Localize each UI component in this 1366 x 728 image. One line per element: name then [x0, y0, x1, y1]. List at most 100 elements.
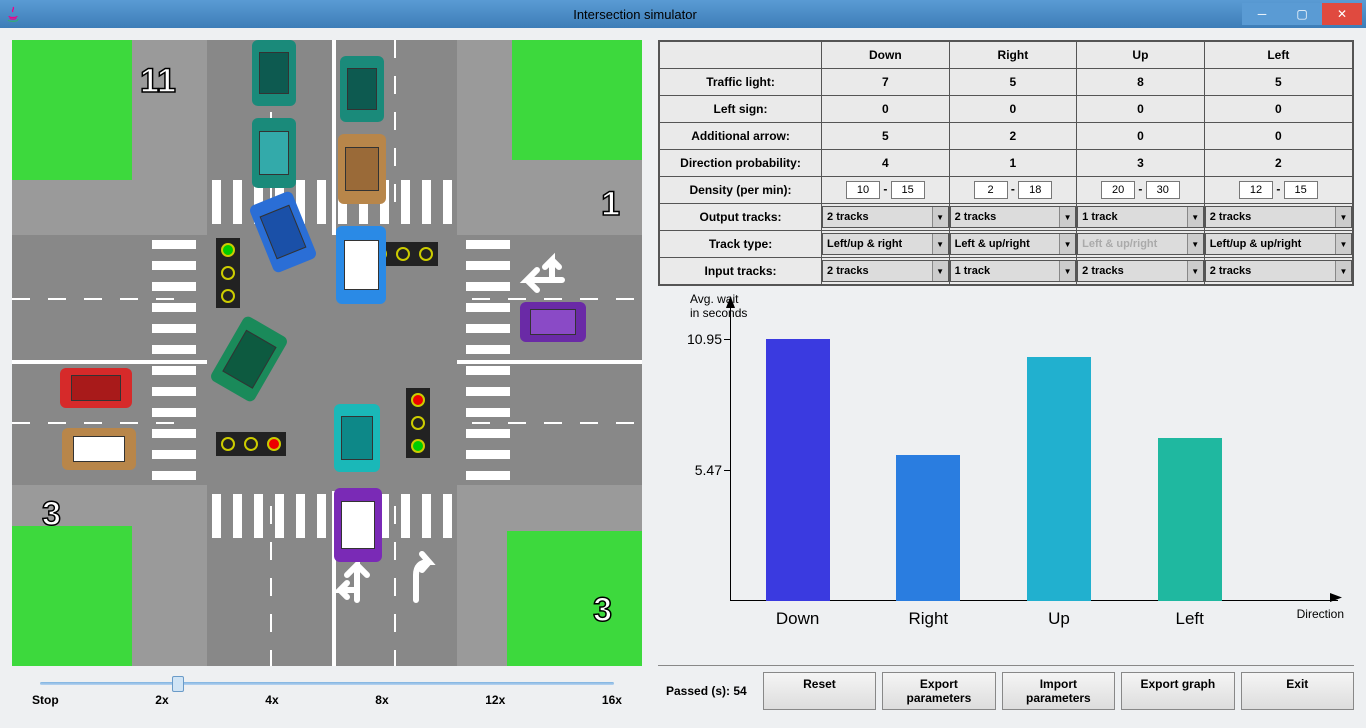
traffic-light: [216, 432, 286, 456]
traffic-light: [406, 388, 430, 458]
param-value: 0: [1204, 96, 1353, 123]
traffic-light: [216, 238, 240, 308]
parameter-table: DownRightUpLeft Traffic light:7585Left s…: [658, 40, 1354, 286]
combo-box[interactable]: Left/up & up/right▼: [1205, 233, 1352, 255]
bar-label: Up: [1027, 609, 1091, 629]
car: [520, 302, 586, 342]
chevron-down-icon: ▼: [1187, 207, 1203, 227]
combo-box[interactable]: 1 track▼: [1077, 206, 1204, 228]
density-min-input[interactable]: [974, 181, 1008, 199]
row-label: Traffic light:: [659, 69, 822, 96]
car: [334, 404, 380, 472]
column-header: Up: [1077, 41, 1205, 69]
slider-tick-label: 8x: [375, 693, 388, 707]
maximize-button[interactable]: ▢: [1282, 3, 1322, 25]
density-min-input[interactable]: [1101, 181, 1135, 199]
chevron-down-icon: ▼: [1335, 261, 1351, 281]
chevron-down-icon: ▼: [932, 234, 948, 254]
param-value: 0: [1077, 123, 1205, 150]
param-value: 7: [822, 69, 950, 96]
chevron-down-icon: ▼: [1187, 261, 1203, 281]
export-graph-button[interactable]: Export graph: [1121, 672, 1234, 710]
param-value: 4: [822, 150, 950, 177]
density-max-input[interactable]: [891, 181, 925, 199]
chevron-down-icon: ▼: [1059, 207, 1075, 227]
titlebar: Intersection simulator ─ ▢ ✕: [0, 0, 1366, 28]
app-window: Intersection simulator ─ ▢ ✕ 11 1 3 3: [0, 0, 1366, 728]
combo-box[interactable]: 2 tracks▼: [1077, 260, 1204, 282]
simulation-canvas: 11 1 3 3: [12, 40, 642, 666]
car: [338, 134, 386, 204]
chart-bar: Right: [896, 455, 960, 601]
lane-arrow-icon: [404, 550, 444, 613]
chevron-down-icon: ▼: [1187, 234, 1203, 254]
param-value: 8: [1077, 69, 1205, 96]
y-tick-label: 5.47: [695, 462, 730, 478]
combo-box[interactable]: 2 tracks▼: [1205, 260, 1352, 282]
car: [340, 56, 384, 122]
bar-label: Right: [896, 609, 960, 629]
car: [252, 40, 296, 106]
param-value: 5: [822, 123, 950, 150]
param-value: 2: [949, 123, 1077, 150]
slider-thumb[interactable]: [172, 676, 184, 692]
exit-button[interactable]: Exit: [1241, 672, 1354, 710]
combo-box[interactable]: Left/up & right▼: [822, 233, 949, 255]
combo-box[interactable]: 2 tracks▼: [822, 260, 949, 282]
combo-box[interactable]: 2 tracks▼: [1205, 206, 1352, 228]
car: [336, 226, 386, 304]
column-header: Left: [1204, 41, 1353, 69]
density-min-input[interactable]: [1239, 181, 1273, 199]
slider-tick-label: 12x: [485, 693, 505, 707]
y-tick-label: 10.95: [687, 331, 730, 347]
lane-arrow-icon: [512, 250, 572, 303]
combo-box[interactable]: 2 tracks▼: [822, 206, 949, 228]
combo-box[interactable]: 2 tracks▼: [950, 206, 1077, 228]
row-label: Input tracks:: [659, 258, 822, 286]
combo-box[interactable]: Left & up/right▼: [1077, 233, 1204, 255]
minimize-button[interactable]: ─: [1242, 3, 1282, 25]
reset-button[interactable]: Reset: [763, 672, 876, 710]
row-label: Additional arrow:: [659, 123, 822, 150]
car: [252, 118, 296, 188]
bottom-bar: Passed (s): 54 ResetExport parametersImp…: [658, 665, 1354, 716]
row-label: Left sign:: [659, 96, 822, 123]
slider-tick-label: 16x: [602, 693, 622, 707]
combo-box[interactable]: 1 track▼: [950, 260, 1077, 282]
chevron-down-icon: ▼: [1059, 234, 1075, 254]
chart-bar: Left: [1158, 438, 1222, 601]
param-value: 3: [1077, 150, 1205, 177]
density-max-input[interactable]: [1146, 181, 1180, 199]
slider-tick-label: 4x: [265, 693, 278, 707]
column-header: Right: [949, 41, 1077, 69]
window-title: Intersection simulator: [28, 7, 1242, 22]
slider-tick-label: Stop: [32, 693, 59, 707]
wait-chart: Avg. waitin seconds Direction 5.4710.95D…: [658, 286, 1354, 665]
java-icon: [4, 5, 22, 23]
density-max-input[interactable]: [1284, 181, 1318, 199]
bar-label: Left: [1158, 609, 1222, 629]
param-value: 5: [1204, 69, 1353, 96]
chevron-down-icon: ▼: [1335, 234, 1351, 254]
chart-bar: Up: [1027, 357, 1091, 601]
density-min-input[interactable]: [846, 181, 880, 199]
car: [334, 488, 382, 562]
speed-slider[interactable]: Stop 2x 4x 8x 12x 16x: [12, 666, 642, 716]
close-button[interactable]: ✕: [1322, 3, 1362, 25]
param-value: 0: [822, 96, 950, 123]
density-max-input[interactable]: [1018, 181, 1052, 199]
column-header: Down: [822, 41, 950, 69]
param-value: 1: [949, 150, 1077, 177]
corner-count-tl: 11: [140, 62, 176, 101]
import-parameters-button[interactable]: Import parameters: [1002, 672, 1115, 710]
corner-count-br: 3: [593, 591, 612, 630]
export-parameters-button[interactable]: Export parameters: [882, 672, 995, 710]
row-label: Density (per min):: [659, 177, 822, 204]
chevron-down-icon: ▼: [932, 207, 948, 227]
combo-box[interactable]: Left & up/right▼: [950, 233, 1077, 255]
car: [60, 368, 132, 408]
slider-tick-label: 2x: [155, 693, 168, 707]
corner-count-bl: 3: [42, 495, 61, 534]
row-label: Track type:: [659, 231, 822, 258]
car: [62, 428, 136, 470]
